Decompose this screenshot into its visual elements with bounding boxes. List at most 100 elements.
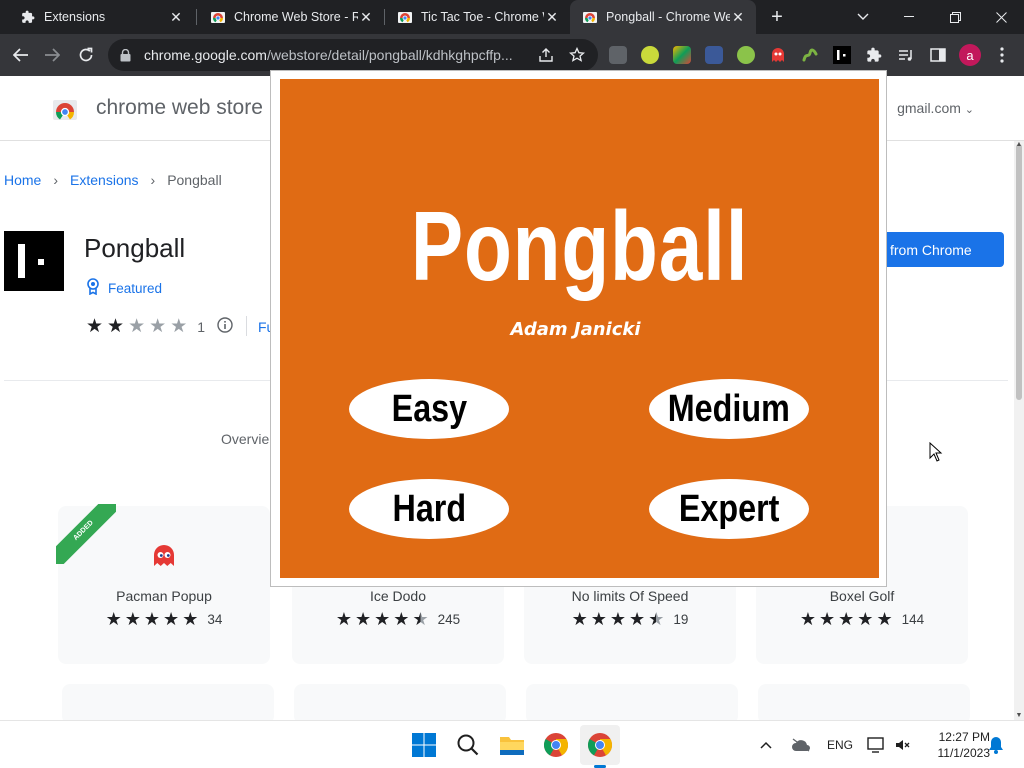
breadcrumb-extensions[interactable]: Extensions — [70, 172, 138, 188]
mouse-cursor-icon — [929, 441, 943, 462]
reload-button[interactable] — [72, 41, 100, 69]
media-control-icon[interactable] — [892, 41, 920, 69]
game-canvas[interactable]: Pongball Adam Janicki Easy Medium Hard E… — [280, 79, 879, 578]
extension-icon-2[interactable] — [641, 46, 659, 64]
pacman-ghost-icon — [152, 544, 176, 573]
close-tab-icon[interactable]: ✕ — [168, 9, 184, 25]
tab-title: Extensions — [44, 10, 106, 24]
notification-bell-icon[interactable] — [988, 721, 1004, 768]
related-card[interactable] — [294, 684, 506, 720]
related-card[interactable] — [62, 684, 274, 720]
puzzle-icon — [20, 9, 36, 25]
show-hidden-icons-chevron-icon[interactable] — [760, 721, 772, 768]
extension-icon-3[interactable] — [673, 46, 691, 64]
pongball-extension-icon[interactable] — [833, 46, 851, 64]
close-tab-icon[interactable]: ✕ — [358, 9, 374, 25]
extension-icon-4[interactable] — [705, 46, 723, 64]
half-star-icon: ★ — [648, 609, 665, 629]
bookmark-star-icon[interactable] — [563, 41, 591, 69]
network-icon[interactable] — [867, 721, 885, 768]
file-explorer-icon[interactable] — [499, 732, 525, 758]
new-tab-button[interactable]: + — [766, 6, 788, 28]
account-menu[interactable]: gmail.com ⌄ — [897, 100, 974, 116]
breadcrumb: Home › Extensions › Pongball — [4, 172, 222, 188]
extensions-puzzle-icon[interactable] — [860, 41, 888, 69]
star-icon: ★ — [143, 609, 161, 629]
rating-row: ★ ★ ★ ★ ★ 1 — [86, 317, 233, 336]
tab-search-chevron-icon[interactable] — [840, 0, 886, 34]
rating-count: 144 — [901, 612, 925, 627]
half-star-icon: ★ — [412, 609, 429, 629]
restore-button[interactable] — [932, 0, 978, 34]
tab-overview[interactable]: Overvie — [221, 431, 269, 447]
tab-chrome-web-store[interactable]: Chrome Web Store - R ✕ — [198, 0, 384, 34]
windows-taskbar: ENG 12:27 PM 11/1/2023 — [0, 720, 1024, 768]
onedrive-cloud-icon[interactable] — [791, 721, 811, 768]
minimize-button[interactable] — [886, 0, 932, 34]
related-card[interactable] — [758, 684, 970, 720]
star-icon: ★ — [857, 609, 874, 629]
windows-start-icon[interactable] — [411, 732, 437, 758]
language-indicator[interactable]: ENG — [827, 721, 853, 768]
card-title: No limits Of Speed — [571, 588, 689, 604]
close-window-button[interactable] — [978, 0, 1024, 34]
rating-count[interactable]: 1 — [197, 319, 205, 335]
search-icon[interactable] — [455, 732, 481, 758]
related-card[interactable] — [526, 684, 738, 720]
lock-icon[interactable] — [120, 48, 134, 62]
hard-button[interactable]: Hard — [349, 479, 509, 539]
star-icon: ★ — [609, 609, 627, 629]
close-tab-icon[interactable]: ✕ — [730, 9, 746, 25]
chevron-right-icon: › — [53, 172, 59, 188]
star-icon: ★ — [182, 609, 199, 629]
star-icon: ★ — [838, 609, 855, 629]
breadcrumb-current: Pongball — [167, 172, 222, 188]
star-icon: ★ — [335, 609, 353, 629]
star-icon: ★ — [393, 609, 410, 629]
star-icon: ★ — [128, 316, 146, 337]
star-icon: ★ — [819, 609, 836, 629]
card-title: Boxel Golf — [829, 588, 895, 604]
profile-avatar[interactable]: a — [956, 41, 984, 69]
easy-button[interactable]: Easy — [349, 379, 509, 439]
ghost-extension-icon[interactable] — [769, 46, 787, 64]
green-extension-icon[interactable] — [801, 46, 819, 64]
tab-pongball[interactable]: Pongball - Chrome We ✕ — [570, 0, 756, 34]
extension-icon-1[interactable] — [609, 46, 627, 64]
menu-kebab-icon[interactable] — [988, 41, 1016, 69]
scroll-down-icon[interactable]: ▼ — [1015, 712, 1023, 719]
forward-button[interactable] — [38, 41, 66, 69]
chrome-active-icon[interactable] — [580, 725, 620, 768]
webstore-icon — [397, 9, 413, 25]
star-icon: ★ — [124, 609, 141, 629]
expert-button[interactable]: Expert — [649, 479, 809, 539]
star-icon: ★ — [163, 609, 180, 629]
extension-name: Pongball — [84, 233, 186, 263]
info-icon[interactable] — [217, 317, 233, 336]
card-rating: ★ ★ ★ ★ ★ 19 — [524, 610, 736, 629]
scroll-up-icon[interactable]: ▲ — [1015, 141, 1023, 148]
tab-extensions[interactable]: Extensions ✕ — [8, 0, 194, 34]
rating-count: 34 — [207, 612, 223, 627]
scrollbar-thumb[interactable] — [1016, 144, 1022, 400]
webstore-logo-icon[interactable] — [52, 96, 78, 122]
back-button[interactable] — [7, 41, 35, 69]
side-panel-icon[interactable] — [924, 41, 952, 69]
store-title[interactable]: chrome web store — [96, 96, 263, 120]
chrome-icon[interactable] — [543, 732, 569, 758]
address-bar[interactable]: chrome.google.com/webstore/detail/pongba… — [108, 39, 598, 71]
medium-button[interactable]: Medium — [649, 379, 809, 439]
star-icon: ★ — [374, 609, 391, 629]
star-icon: ★ — [876, 609, 893, 629]
remove-from-chrome-button[interactable]: from Chrome — [870, 232, 1004, 267]
tab-tic-tac-toe[interactable]: Tic Tac Toe - Chrome W ✕ — [385, 0, 570, 34]
game-title: Pongball — [410, 191, 749, 301]
volume-muted-icon[interactable] — [894, 721, 910, 768]
system-clock[interactable]: 12:27 PM 11/1/2023 — [918, 729, 991, 761]
rating-count: 245 — [437, 612, 461, 627]
extension-icon-5[interactable] — [737, 46, 755, 64]
featured-badge[interactable]: Featured — [86, 278, 162, 298]
breadcrumb-home[interactable]: Home — [4, 172, 41, 188]
share-icon[interactable] — [532, 41, 560, 69]
close-tab-icon[interactable]: ✕ — [544, 9, 560, 25]
